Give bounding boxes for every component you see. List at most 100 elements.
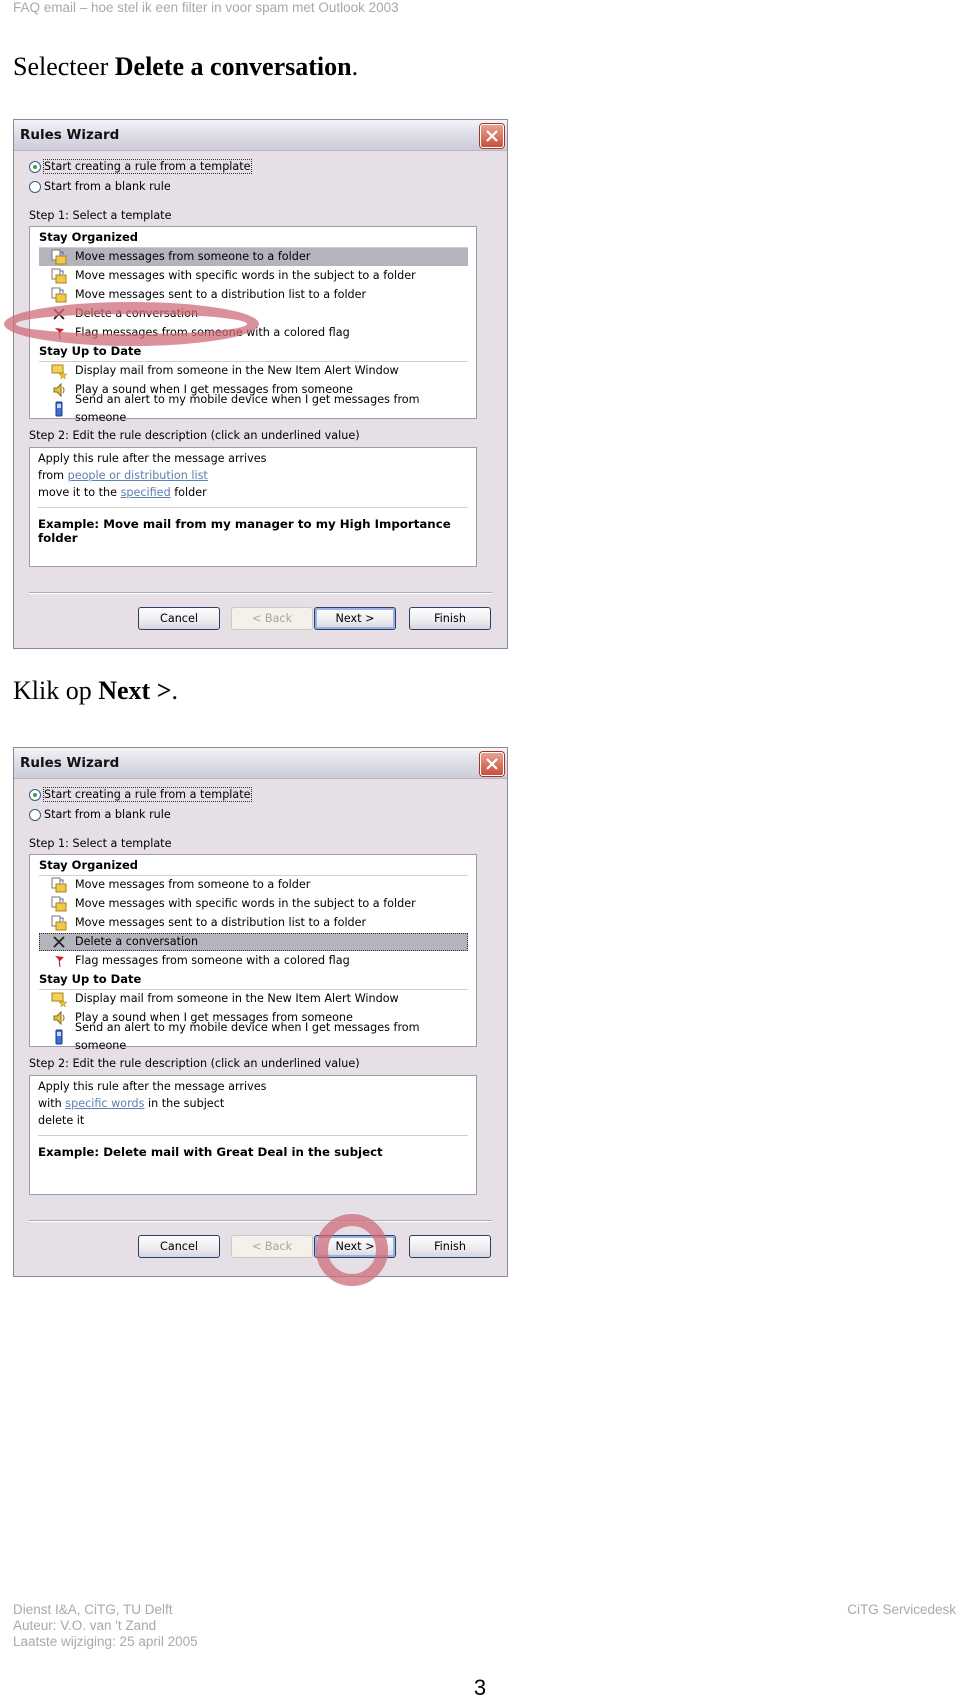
delete-x-icon <box>51 306 67 322</box>
template-list-item[interactable]: Delete a conversation <box>39 933 468 951</box>
radio-template-label: Start creating a rule from a template <box>43 159 252 174</box>
page-number: 3 <box>473 1675 487 1700</box>
caption-suffix: . <box>171 676 179 705</box>
radio-template[interactable]: Start creating a rule from a template <box>29 159 252 174</box>
template-list-item[interactable]: Display mail from someone in the New Ite… <box>39 362 468 380</box>
step2-label: Step 2: Edit the rule description (click… <box>29 1057 360 1070</box>
speaker-icon <box>51 382 67 398</box>
caption-text: Klik op <box>13 676 99 705</box>
back-button[interactable]: < Back <box>231 1235 313 1258</box>
template-group-header: Stay Organized <box>39 857 468 876</box>
description-divider <box>38 1135 468 1136</box>
description-line-1: Apply this rule after the message arrive… <box>38 1080 267 1093</box>
template-list-item[interactable]: Move messages with specific words in the… <box>39 895 468 913</box>
folder-move-icon <box>51 915 67 931</box>
radio-blank[interactable]: Start from a blank rule <box>29 808 171 821</box>
template-list-item[interactable]: Send an alert to my mobile device when I… <box>39 393 468 424</box>
flag-icon <box>51 325 67 341</box>
template-item-label: Move messages with specific words in the… <box>75 897 416 910</box>
mobile-device-icon <box>51 1029 67 1045</box>
cancel-button[interactable]: Cancel <box>138 1235 220 1258</box>
step1-label: Step 1: Select a template <box>29 837 172 850</box>
template-list-item[interactable]: Flag messages from someone with a colore… <box>39 324 468 342</box>
caption-emphasis: Next > <box>98 676 172 705</box>
close-icon <box>486 758 498 770</box>
footer-left: Dienst I&A, CiTG, TU Delft Auteur: V.O. … <box>13 1602 198 1650</box>
template-list-item[interactable]: Display mail from someone in the New Ite… <box>39 990 468 1008</box>
template-item-label: Display mail from someone in the New Ite… <box>75 992 399 1005</box>
next-button[interactable]: Next > <box>314 607 396 630</box>
template-group-header: Stay Up to Date <box>39 343 468 362</box>
cancel-button[interactable]: Cancel <box>138 607 220 630</box>
radio-dot-checked[interactable] <box>29 788 41 801</box>
description-line-3: delete it <box>38 1113 84 1129</box>
rule-description-box: Apply this rule after the message arrive… <box>29 1075 477 1195</box>
template-item-label: Delete a conversation <box>75 307 199 320</box>
template-list-item[interactable]: Move messages sent to a distribution lis… <box>39 286 468 304</box>
description-link[interactable]: specified <box>121 486 171 499</box>
template-list-item[interactable]: Delete a conversation <box>39 305 468 323</box>
description-text: delete it <box>38 1114 85 1127</box>
template-list-item[interactable]: Move messages from someone to a folder <box>39 876 468 894</box>
document-header: FAQ email – hoe stel ik een filter in vo… <box>13 0 399 15</box>
template-group-header: Stay Organized <box>39 229 468 248</box>
close-button[interactable] <box>480 752 504 776</box>
radio-dot-checked[interactable] <box>29 160 41 173</box>
template-item-label: Send an alert to my mobile device when I… <box>75 393 420 424</box>
mail-alert-icon <box>51 991 67 1007</box>
finish-button[interactable]: Finish <box>409 607 491 630</box>
template-listbox[interactable]: Stay Organized Move messages from someone… <box>29 854 477 1052</box>
template-list-item[interactable]: Move messages sent to a distribution lis… <box>39 914 468 932</box>
description-line-2: from people or distribution list <box>38 468 208 484</box>
finish-button[interactable]: Finish <box>409 1235 491 1258</box>
rules-wizard-dialog-2: Rules Wizard Start creating a rule from a… <box>13 747 508 1286</box>
description-text: move it to the <box>38 486 121 499</box>
rule-description-box: Apply this rule after the message arrive… <box>29 447 477 567</box>
back-button[interactable]: < Back <box>231 607 313 630</box>
instruction-caption-2: Klik op Next >. <box>13 676 178 706</box>
description-text: with <box>38 1097 66 1110</box>
dialog-title: Rules Wizard <box>20 755 120 771</box>
template-item-label: Delete a conversation <box>75 935 199 948</box>
template-list-item[interactable]: Flag messages from someone with a colore… <box>39 952 468 970</box>
description-line-1: Apply this rule after the message arrive… <box>38 452 267 465</box>
template-list-item[interactable]: Send an alert to my mobile device when I… <box>39 1021 468 1052</box>
button-divider <box>29 592 492 594</box>
template-item-label: Send an alert to my mobile device when I… <box>75 1021 420 1052</box>
step1-label: Step 1: Select a template <box>29 209 172 222</box>
title-bar[interactable]: Rules Wizard <box>14 120 507 151</box>
button-divider <box>29 1220 492 1222</box>
folder-move-icon <box>51 877 67 893</box>
template-item-label: Move messages from someone to a folder <box>75 878 311 891</box>
radio-blank-label: Start from a blank rule <box>44 180 171 193</box>
footer-author: Auteur: V.O. van 't Zand <box>13 1618 157 1633</box>
speaker-icon <box>51 1010 67 1026</box>
folder-move-icon <box>51 268 67 284</box>
radio-dot-unchecked[interactable] <box>29 808 41 821</box>
radio-template[interactable]: Start creating a rule from a template <box>29 787 252 802</box>
radio-dot-unchecked[interactable] <box>29 180 41 193</box>
template-listbox[interactable]: Stay Organized Move messages from someone… <box>29 226 477 424</box>
template-item-label: Move messages sent to a distribution lis… <box>75 288 367 301</box>
caption-emphasis: Delete a conversation <box>114 52 352 81</box>
description-link[interactable]: people or distribution list <box>68 469 208 482</box>
radio-blank-label: Start from a blank rule <box>44 808 171 821</box>
template-list-item[interactable]: Move messages from someone to a folder <box>39 248 468 266</box>
footer-right: CiTG Servicedesk <box>847 1602 956 1617</box>
description-link[interactable]: specific words <box>65 1097 144 1110</box>
template-list-item[interactable]: Move messages with specific words in the… <box>39 267 468 285</box>
description-text: folder <box>170 486 207 499</box>
template-item-label: Flag messages from someone with a colore… <box>75 954 350 967</box>
dialog-title: Rules Wizard <box>20 127 120 143</box>
description-divider <box>38 507 468 508</box>
caption-suffix: . <box>351 52 359 81</box>
close-button[interactable] <box>480 124 504 148</box>
title-bar[interactable]: Rules Wizard <box>14 748 507 779</box>
description-line-3: move it to the specified folder <box>38 485 207 501</box>
radio-blank[interactable]: Start from a blank rule <box>29 180 171 193</box>
instruction-caption-1: Selecteer Delete a conversation. <box>13 52 358 82</box>
template-item-label: Move messages sent to a distribution lis… <box>75 916 367 929</box>
footer-last-modified: Laatste wijziging: 25 april 2005 <box>13 1634 198 1649</box>
mail-alert-icon <box>51 363 67 379</box>
next-button[interactable]: Next > <box>314 1235 396 1258</box>
